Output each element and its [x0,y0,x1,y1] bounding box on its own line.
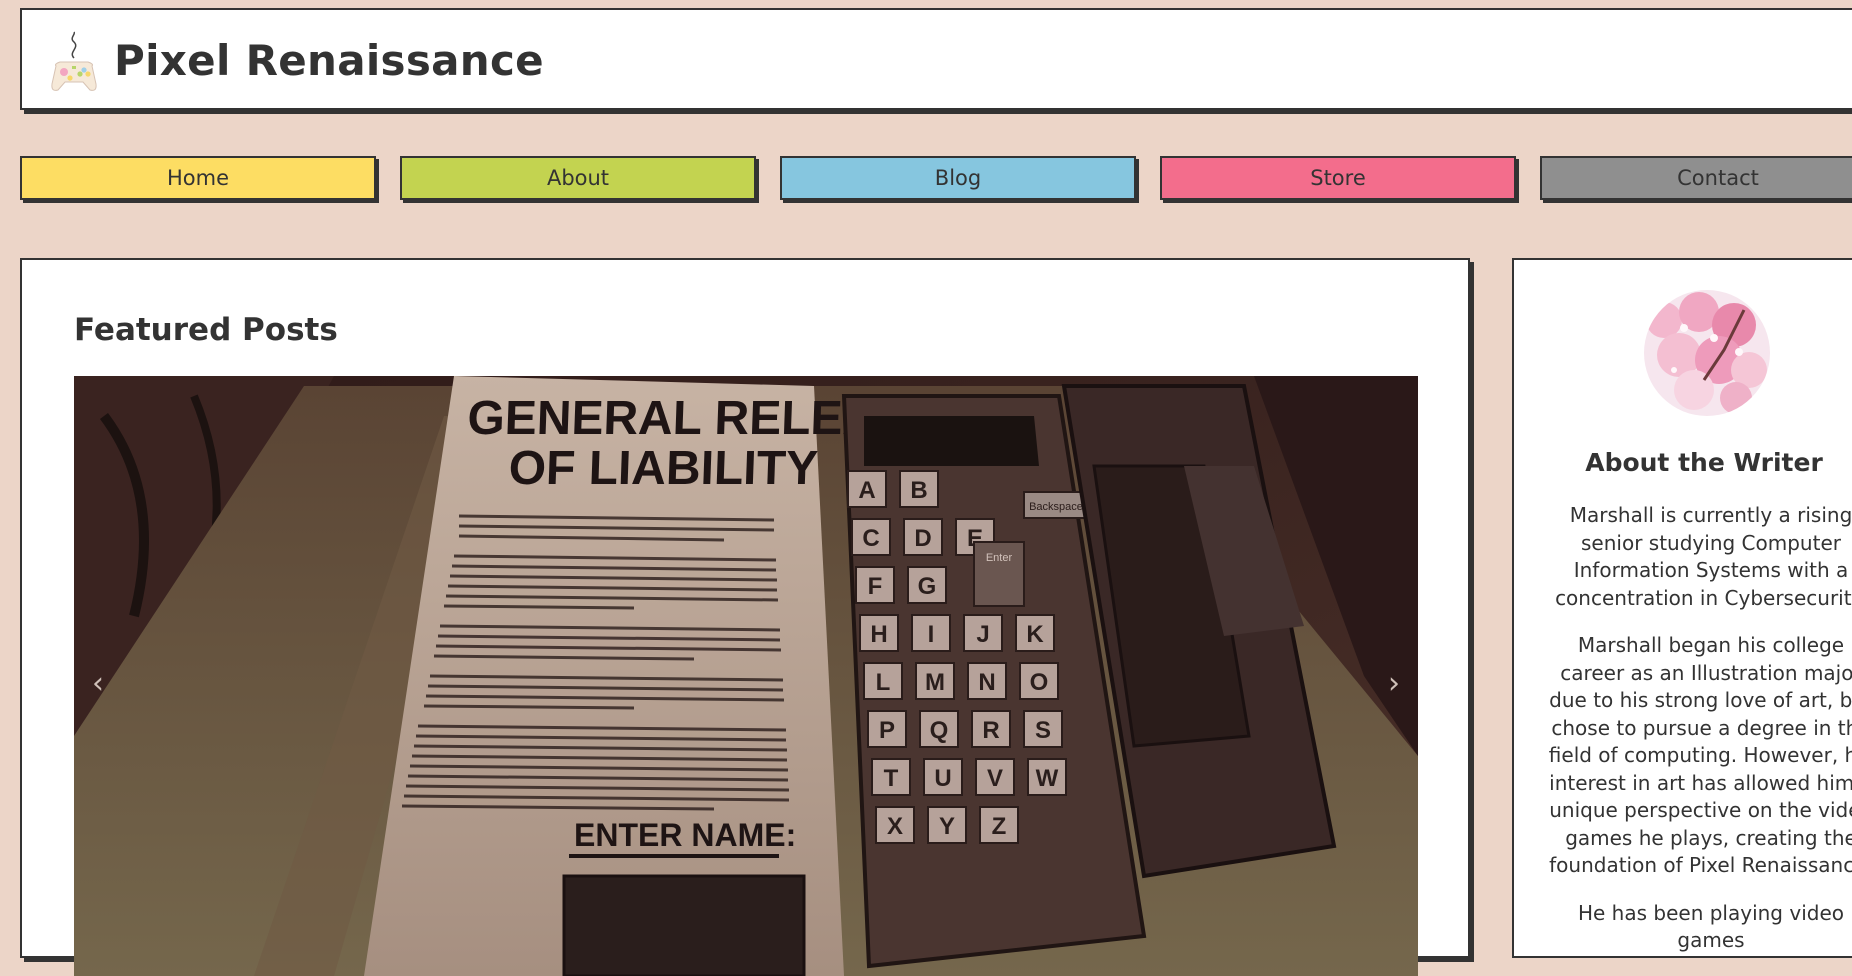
game-controller-icon[interactable] [50,30,98,94]
about-paragraph: Marshall is currently a rising senior st… [1555,503,1852,610]
slide-keypad-key-label: Q [930,717,949,744]
nav-home-label: Home [166,166,229,190]
slide-keypad-key-label: U [934,765,951,792]
nav-blog-button[interactable]: Blog [780,156,1136,200]
site-header: Pixel Renaissance [20,8,1852,110]
about-writer-text: Marshall is currently a rising senior st… [1544,502,1852,956]
slide-keypad-key-label: Z [992,813,1007,840]
nav-about-label: About [546,166,610,190]
slide-keypad-key-label: A [858,477,875,504]
nav-home-button[interactable]: Home [20,156,376,200]
slide-keypad-key-label: O [1030,669,1049,696]
slide-enter-key-label: Enter [986,552,1013,564]
slide-keypad-key-label: P [879,717,895,744]
slide-keypad-key-label: M [925,669,945,696]
writer-avatar [1644,290,1770,416]
slide-keypad-key-label: G [918,573,937,600]
carousel-slide-image[interactable]: GENERAL RELEASE OF LIABILITY ENTER NAME:… [74,376,1418,976]
slide-keypad-key-label: F [868,573,883,600]
featured-carousel[interactable]: GENERAL RELEASE OF LIABILITY ENTER NAME:… [74,376,1418,976]
slide-keypad-key-label: W [1036,765,1059,792]
about-writer-heading: About the Writer [1585,448,1823,477]
nav-store-button[interactable]: Store [1160,156,1516,200]
featured-posts-heading: Featured Posts [74,312,338,348]
carousel-next-arrow[interactable]: › [1388,666,1400,701]
slide-keypad-key-label: D [914,525,931,552]
site-title[interactable]: Pixel Renaissance [114,36,544,85]
nav-store-label: Store [1310,166,1366,190]
slide-keypad-key-label: H [870,621,887,648]
slide-enter-name-text: ENTER NAME: [574,817,796,853]
slide-keypad-key-label: C [862,525,879,552]
slide-keypad-key-label: B [910,477,927,504]
slide-document-title-line2: OF LIABILITY [508,442,819,495]
slide-keypad-key-label: I [928,621,935,648]
slide-keypad-key-label: Y [939,813,955,840]
slide-keypad-key-label: S [1035,717,1051,744]
about-writer-panel: About the Writer Marshall is currently a… [1512,258,1852,958]
nav-about-button[interactable]: About [400,156,756,200]
about-paragraph: He has been playing video games [1577,900,1844,953]
nav-blog-label: Blog [934,166,982,190]
slide-backspace-key-label: Backspace [1029,501,1083,513]
slide-keypad-key-label: K [1026,621,1044,648]
featured-panel: Featured Posts GENERAL RELEASE OF LIABIL… [20,258,1470,976]
slide-keypad-key-label: J [976,621,989,648]
slide-keypad-key-label: T [884,765,899,792]
nav-contact-button[interactable]: Contact [1540,156,1852,200]
carousel-prev-arrow[interactable]: ‹ [92,666,104,701]
about-paragraph: Marshall began his college career as an … [1548,633,1852,877]
slide-keypad-key-label: X [887,813,903,840]
slide-keypad-key-label: N [978,669,995,696]
slide-keypad-key-label: L [876,669,891,696]
slide-keypad-key-label: R [982,717,999,744]
slide-keypad-key-label: V [987,765,1003,792]
nav-contact-label: Contact [1677,166,1759,190]
